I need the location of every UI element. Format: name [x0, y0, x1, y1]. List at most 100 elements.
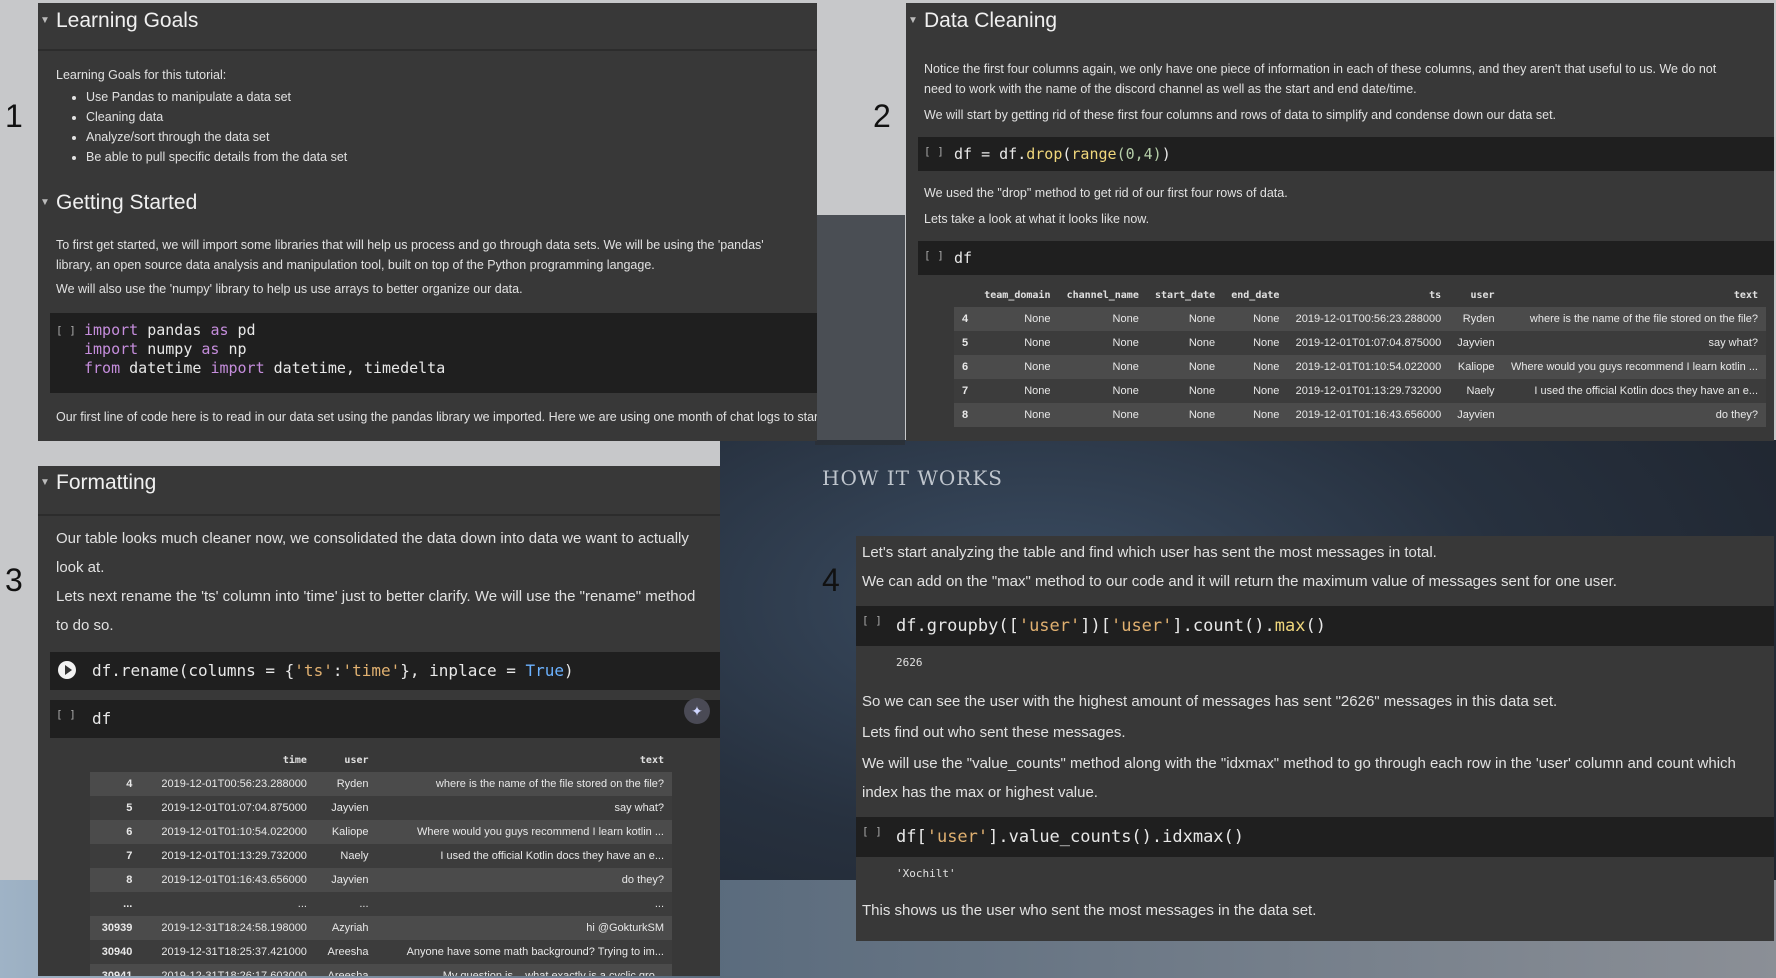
table-cell: say what? [376, 796, 672, 820]
table-cell: where is the name of the file stored on … [1502, 307, 1766, 331]
table-cell: None [1058, 403, 1147, 427]
code-token: ].value_counts().idxmax() [988, 827, 1245, 847]
table-cell: Where would you guys recommend I learn k… [376, 820, 672, 844]
code-token: df.groupby([ [896, 616, 1019, 636]
paragraph: We will also use the 'numpy' library to … [56, 282, 523, 296]
code-cell-idxmax[interactable]: [ ] df['user'].value_counts().idxmax() [856, 817, 1774, 857]
table-header: end_date [1231, 289, 1280, 301]
collapse-caret-icon[interactable]: ▼ [40, 185, 50, 221]
code-token: ) [564, 661, 574, 680]
section-header-formatting[interactable]: ▼ Formatting [38, 466, 720, 516]
table-cell: None [976, 331, 1059, 355]
table-cell: I used the official Kotlin docs they hav… [376, 844, 672, 868]
code-token: as [210, 321, 229, 339]
table-header: time [282, 754, 307, 766]
panel-number-1: 1 [5, 98, 23, 134]
code-cell-imports[interactable]: [ ] import pandas as pd import numpy as … [50, 313, 817, 393]
code-token: df [92, 709, 112, 728]
section-header-learning-goals[interactable]: ▼ Learning Goals [38, 3, 817, 51]
table-cell: 2019-12-01T00:56:23.288000 [1287, 307, 1450, 331]
code-token: datetime, timedelta [273, 359, 446, 377]
table-row: 6 None None None None 2019-12-01T01:10:5… [954, 355, 1766, 379]
table-cell: Naely [314, 844, 377, 868]
dataframe-output: team_domain channel_name start_date end_… [954, 283, 1766, 427]
list-item: Be able to pull specific details from th… [86, 147, 817, 167]
paragraph: Notice the first four columns again, we … [924, 62, 1717, 96]
table-cell: say what? [1502, 331, 1766, 355]
table-row: 30941 2019-12-31T18:26:17.603000 Areesha… [90, 964, 672, 976]
code-cell-rename[interactable]: df.rename(columns = {'ts':'time'}, inpla… [50, 652, 720, 690]
table-cell: 30939 [90, 916, 141, 940]
code-token: max [1274, 616, 1306, 636]
background-screen-strip [815, 215, 905, 445]
table-cell: 2019-12-31T18:26:17.603000 [140, 964, 315, 976]
paragraph: Lets next rename the 'ts' column into 't… [56, 588, 696, 634]
code-token: 'user' [1110, 616, 1173, 636]
table-cell: Naely [1449, 379, 1503, 403]
section-header-data-cleaning[interactable]: ▼ Data Cleaning [906, 3, 1774, 49]
collapse-caret-icon[interactable]: ▼ [908, 3, 918, 39]
table-cell: 30940 [90, 940, 141, 964]
paragraph: So we can see the user with the highest … [862, 693, 1558, 710]
cell-run-bracket[interactable]: [ ] [56, 321, 76, 340]
cell-run-bracket[interactable]: [ ] [862, 606, 882, 636]
collapse-caret-icon[interactable]: ▼ [40, 466, 50, 500]
table-cell: None [1058, 331, 1147, 355]
magic-wand-icon[interactable]: ✦ [684, 698, 710, 724]
table-cell: Areesha [314, 964, 377, 976]
table-row: 6 2019-12-01T01:10:54.022000 Kaliope Whe… [90, 820, 672, 844]
table-cell: 4 [90, 772, 141, 796]
code-cell-df[interactable]: [ ] df [50, 700, 720, 738]
run-cell-icon[interactable] [58, 661, 76, 679]
table-header-row: time user text [90, 748, 672, 772]
table-cell: 5 [90, 796, 141, 820]
table-cell: None [1223, 307, 1288, 331]
table-cell: ... [140, 892, 315, 916]
table-row: 30940 2019-12-31T18:25:37.421000 Areesha… [90, 940, 672, 964]
code-token: (0,4) [1116, 145, 1162, 163]
table-header: user [344, 754, 369, 766]
code-cell-drop[interactable]: [ ] df = df.drop(range(0,4)) [918, 137, 1774, 171]
code-token: ])[ [1080, 616, 1111, 636]
code-token: df [954, 249, 973, 267]
table-cell: 2019-12-01T01:07:04.875000 [1287, 331, 1450, 355]
table-cell: None [1146, 307, 1224, 331]
panel-2-notebook: ▼ Data Cleaning Notice the first four co… [906, 3, 1774, 441]
table-cell: Where would you guys recommend I learn k… [1502, 355, 1766, 379]
table-cell: 7 [954, 379, 977, 403]
paragraph: Lets find out who sent these messages. [862, 724, 1126, 741]
panel-4-notebook: Let's start analyzing the table and find… [856, 536, 1774, 941]
table-cell: Jayvien [1449, 331, 1503, 355]
section-header-getting-started[interactable]: ▼ Getting Started [38, 185, 817, 231]
table-header [954, 283, 976, 307]
table-cell: hi @GokturkSM [376, 916, 672, 940]
table-cell: Ryden [1449, 307, 1503, 331]
code-token: datetime [129, 359, 202, 377]
cell-run-bracket[interactable]: [ ] [924, 137, 944, 167]
code-cell-groupby[interactable]: [ ] df.groupby(['user'])['user'].count()… [856, 606, 1774, 646]
code-token: as [201, 340, 220, 358]
table-cell: 2019-12-31T18:25:37.421000 [140, 940, 315, 964]
table-cell: None [1146, 403, 1224, 427]
table-cell: ... [376, 892, 672, 916]
table-cell: Jayvien [314, 868, 377, 892]
goals-intro: Learning Goals for this tutorial: [56, 68, 227, 82]
table-cell: 6 [954, 355, 977, 379]
table-cell: 2019-12-31T18:24:58.198000 [140, 916, 315, 940]
collapse-caret-icon[interactable]: ▼ [40, 3, 50, 39]
code-token: range [1071, 145, 1117, 163]
code-token: }, inplace = [400, 661, 526, 680]
code-token: ) [1161, 145, 1171, 163]
table-cell: 6 [90, 820, 141, 844]
list-item: Cleaning data [86, 107, 817, 127]
cell-run-bracket[interactable]: [ ] [924, 241, 944, 271]
paragraph: Our first line of code here is to read i… [56, 410, 817, 424]
code-token: df[ [896, 827, 927, 847]
table-row: 30939 2019-12-31T18:24:58.198000 Azyriah… [90, 916, 672, 940]
table-row: 5 None None None None 2019-12-01T01:07:0… [954, 331, 1766, 355]
cell-run-bracket[interactable]: [ ] [862, 817, 882, 847]
code-cell-df[interactable]: [ ] df [918, 241, 1774, 275]
cell-run-bracket[interactable]: [ ] [56, 700, 76, 730]
table-header: ts [1429, 289, 1442, 301]
table-row: 7 2019-12-01T01:13:29.732000 Naely I use… [90, 844, 672, 868]
